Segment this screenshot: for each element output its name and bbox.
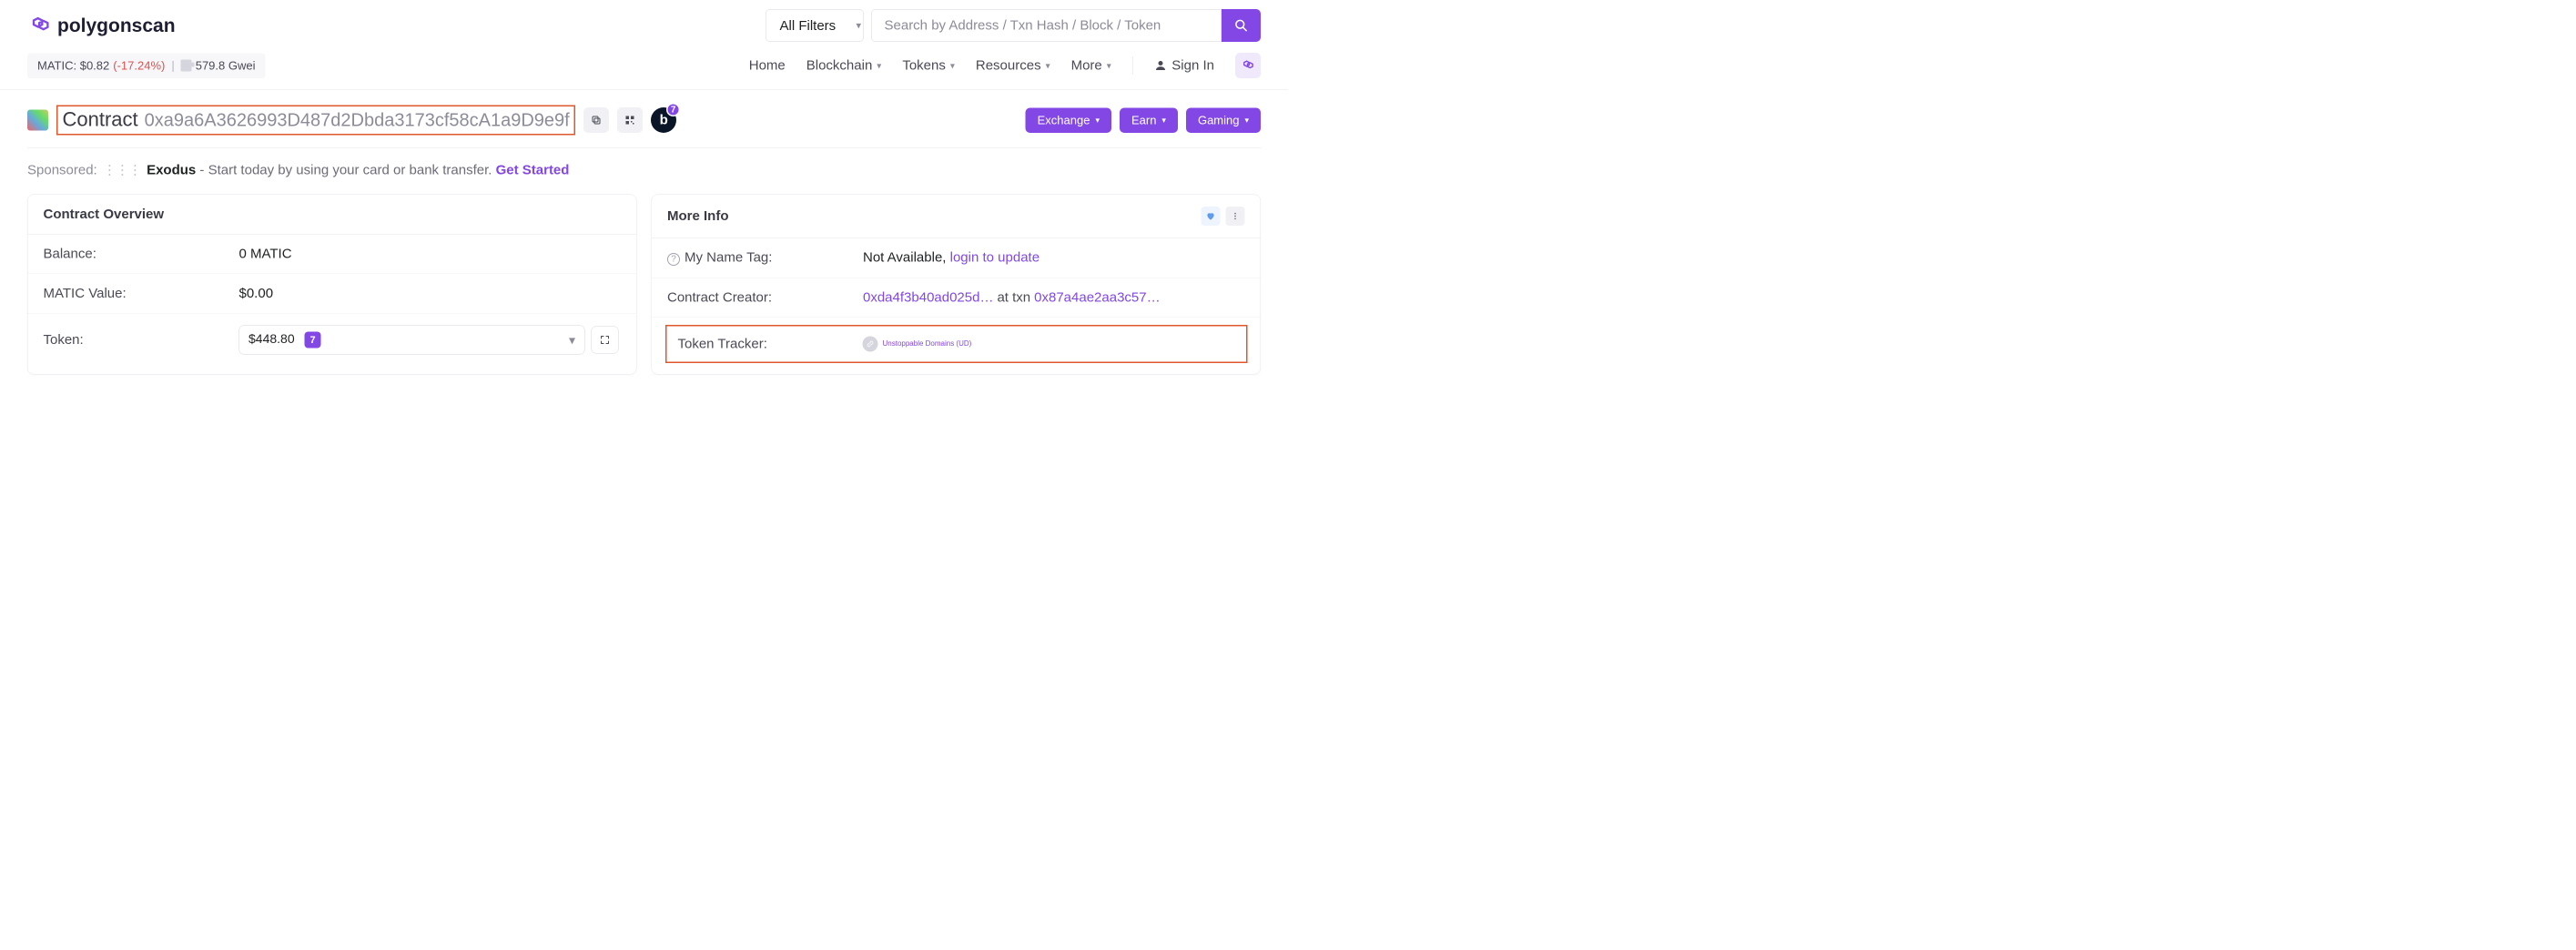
favorite-button[interactable] — [1202, 207, 1221, 226]
qr-code-button[interactable] — [617, 107, 643, 133]
nav-more[interactable]: More▾ — [1071, 58, 1111, 74]
creator-address-link[interactable]: 0xda4f3b40ad025d… — [863, 289, 993, 305]
sponsored-banner: Sponsored: ⋮⋮⋮ Exodus - Start today by u… — [0, 148, 1288, 195]
copy-icon — [591, 115, 602, 126]
chevron-down-icon: ▾ — [950, 60, 955, 72]
sponsored-brand: Exodus — [147, 163, 196, 178]
site-logo[interactable]: polygonscan — [27, 15, 176, 36]
main-nav: Home Blockchain▾ Tokens▾ Resources▾ More… — [749, 53, 1261, 78]
token-expand-button[interactable] — [592, 327, 619, 354]
user-icon — [1153, 59, 1167, 73]
polygon-icon — [1241, 59, 1256, 72]
tracker-label: Token Tracker: — [678, 336, 863, 351]
price-change: (-17.24%) — [113, 58, 165, 73]
site-logo-text: polygonscan — [57, 15, 176, 36]
token-tracker-box: Token Tracker: Unstoppable Domains (UD) — [665, 325, 1248, 363]
creator-at: at txn — [997, 289, 1030, 305]
contract-address-box: Contract 0xa9a6A3626993D487d2Dbda3173cf5… — [56, 106, 575, 136]
blockscan-chat-badge[interactable]: b 7 — [651, 107, 676, 133]
polygon-logo-icon — [27, 17, 53, 35]
token-dropdown[interactable]: $448.80 7 ▾ — [239, 326, 585, 355]
copy-address-button[interactable] — [583, 107, 609, 133]
overview-title: Contract Overview — [44, 207, 165, 222]
nav-resources[interactable]: Resources▾ — [976, 58, 1050, 74]
chevron-down-icon: ▾ — [1107, 60, 1111, 72]
contract-address: 0xa9a6A3626993D487d2Dbda3173cf58cA1a9D9e… — [145, 110, 570, 131]
link-icon — [867, 339, 875, 348]
more-info-card: More Info ? My Name Tag: Not Available, l… — [652, 195, 1262, 375]
balance-value: 0 MATIC — [239, 247, 622, 262]
search-icon — [1234, 19, 1248, 33]
contract-avatar — [27, 110, 48, 131]
contract-label: Contract — [63, 108, 138, 131]
gaming-button[interactable]: Gaming▾ — [1186, 107, 1261, 133]
exchange-button[interactable]: Exchange▾ — [1026, 107, 1111, 133]
login-to-update-link[interactable]: login to update — [950, 250, 1040, 266]
token-amount: $448.80 — [248, 332, 295, 347]
price-pill: MATIC: $0.82 (-17.24%) | 579.8 Gwei — [27, 53, 265, 78]
kebab-icon — [1231, 212, 1240, 221]
gas-value: 579.8 Gwei — [196, 58, 256, 73]
qr-icon — [624, 115, 635, 126]
gas-icon — [181, 60, 192, 72]
contract-overview-card: Contract Overview Balance: 0 MATIC MATIC… — [27, 195, 637, 375]
matic-value: $0.00 — [239, 286, 622, 301]
price-label: MATIC: — [37, 58, 76, 73]
sign-in-link[interactable]: Sign In — [1153, 58, 1214, 74]
nametag-label: My Name Tag: — [685, 250, 772, 266]
nav-tokens[interactable]: Tokens▾ — [902, 58, 955, 74]
chevron-down-icon: ▾ — [1244, 116, 1249, 126]
earn-button[interactable]: Earn▾ — [1120, 107, 1178, 133]
more-options-button[interactable] — [1226, 207, 1245, 226]
price-value: $0.82 — [80, 58, 110, 73]
sponsored-prefix: Sponsored: — [27, 163, 97, 178]
sponsored-cta-link[interactable]: Get Started — [496, 163, 570, 178]
search-filter-select[interactable]: All Filters — [766, 9, 864, 42]
chevron-down-icon: ▾ — [1161, 116, 1166, 126]
help-icon[interactable]: ? — [667, 253, 680, 266]
heart-icon — [1206, 211, 1216, 221]
token-tracker-link[interactable]: Unstoppable Domains (UD) — [883, 339, 972, 348]
chevron-down-icon: ▾ — [1046, 60, 1050, 72]
expand-icon — [600, 335, 611, 346]
more-info-title: More Info — [667, 208, 729, 224]
badge-count: 7 — [666, 103, 680, 116]
token-count-badge: 7 — [305, 332, 321, 349]
search-input[interactable] — [871, 9, 1222, 42]
token-icon — [863, 336, 878, 351]
nav-home[interactable]: Home — [749, 58, 786, 74]
chevron-down-icon: ▾ — [877, 60, 881, 72]
chevron-down-icon: ▾ — [569, 332, 575, 348]
balance-label: Balance: — [44, 247, 239, 262]
token-label: Token: — [44, 332, 239, 348]
creator-txn-link[interactable]: 0x87a4ae2aa3c57… — [1034, 289, 1160, 305]
matic-value-label: MATIC Value: — [44, 286, 239, 301]
search-group: All Filters ▾ — [766, 9, 1261, 42]
creator-label: Contract Creator: — [667, 289, 863, 305]
nav-blockchain[interactable]: Blockchain▾ — [806, 58, 882, 74]
nametag-value: Not Available, — [863, 250, 946, 266]
network-switch-button[interactable] — [1235, 53, 1261, 78]
search-button[interactable] — [1222, 9, 1261, 42]
chevron-down-icon: ▾ — [1095, 116, 1100, 126]
